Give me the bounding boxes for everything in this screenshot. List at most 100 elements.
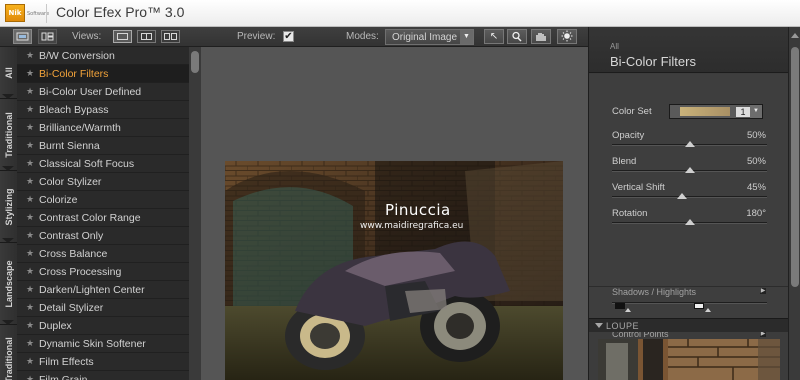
favorite-star-icon[interactable]: ★ <box>26 356 34 367</box>
tab-landscape[interactable]: Landscape <box>0 243 17 325</box>
favorite-star-icon[interactable]: ★ <box>26 338 34 349</box>
filter-item[interactable]: ★ Detail Stylizer <box>17 299 189 317</box>
panel-scroll-thumb[interactable] <box>791 47 799 287</box>
preview-image[interactable]: Pinuccia www.maidiregrafica.eu <box>225 161 563 380</box>
hand-tool-button[interactable] <box>531 29 551 44</box>
preview-pane: Pinuccia www.maidiregrafica.eu <box>201 47 588 380</box>
zoom-icon <box>512 31 522 42</box>
grid-view-icon <box>41 32 54 41</box>
favorite-star-icon[interactable]: ★ <box>26 374 34 380</box>
filter-item-label: Cross Balance <box>39 248 108 260</box>
filter-header: All Bi-Color Filters <box>589 27 789 73</box>
favorite-star-icon[interactable]: ★ <box>26 320 34 331</box>
filter-item[interactable]: ★ B/W Conversion <box>17 47 189 65</box>
favorite-star-icon[interactable]: ★ <box>26 230 34 241</box>
favorite-star-icon[interactable]: ★ <box>26 140 34 151</box>
filter-item[interactable]: ★ Duplex <box>17 317 189 335</box>
shadow-swatch[interactable] <box>615 303 625 309</box>
favorite-star-icon[interactable]: ★ <box>26 266 34 277</box>
favorite-star-icon[interactable]: ★ <box>26 158 34 169</box>
filter-list-scroll-thumb[interactable] <box>191 51 199 73</box>
app-window: Nik Software Color Efex Pro™ 3.0 Views: … <box>0 0 800 380</box>
highlight-slider-thumb[interactable] <box>705 308 711 312</box>
favorite-star-icon[interactable]: ★ <box>26 176 34 187</box>
tab-stylizing-label: Stylizing <box>3 187 14 226</box>
favorite-star-icon[interactable]: ★ <box>26 50 34 61</box>
filter-item[interactable]: ★ Burnt Sienna <box>17 137 189 155</box>
filter-item[interactable]: ★ Contrast Only <box>17 227 189 245</box>
favorite-star-icon[interactable]: ★ <box>26 122 34 133</box>
filter-item[interactable]: ★ Bleach Bypass <box>17 101 189 119</box>
filter-item-label: Detail Stylizer <box>39 302 104 314</box>
highlight-swatch[interactable] <box>694 303 704 309</box>
modes-dropdown[interactable]: Original Image ▼ <box>385 29 474 45</box>
filter-parameters: Color Set 1 ▼ Opacity 50% Blend 50% Vertical… <box>589 74 789 330</box>
single-view-button[interactable] <box>113 30 132 43</box>
filter-item-label: Burnt Sienna <box>39 140 100 152</box>
filter-item[interactable]: ★ Darken/Lighten Center <box>17 281 189 299</box>
favorite-star-icon[interactable]: ★ <box>26 284 34 295</box>
favorite-star-icon[interactable]: ★ <box>26 302 34 313</box>
blend-slider-thumb[interactable] <box>684 167 695 173</box>
color-set-swatch <box>680 107 730 116</box>
filter-item-label: Cross Processing <box>39 266 122 278</box>
list-view-icon <box>16 32 29 41</box>
list-view-button[interactable] <box>13 29 32 44</box>
favorite-star-icon[interactable]: ★ <box>26 86 34 97</box>
opacity-value: 50% <box>746 130 766 141</box>
filter-item[interactable]: ★ Dynamic Skin Softener <box>17 335 189 353</box>
filter-item[interactable]: ★ Brilliance/Warmth <box>17 119 189 137</box>
grid-view-button[interactable] <box>38 29 57 44</box>
split-view-button[interactable] <box>137 30 156 43</box>
side-by-side-view-button[interactable] <box>161 30 180 43</box>
favorite-star-icon[interactable]: ★ <box>26 194 34 205</box>
filter-item[interactable]: ★ Bi-Color Filters <box>17 65 189 83</box>
vertical-shift-slider-track[interactable] <box>612 196 767 198</box>
filter-list-scrollbar[interactable] <box>189 47 201 380</box>
zoom-tool-button[interactable] <box>507 29 527 44</box>
favorite-star-icon[interactable]: ★ <box>26 212 34 223</box>
color-set-label: Color Set <box>612 106 652 117</box>
rotation-slider-thumb[interactable] <box>684 219 695 225</box>
brightness-tool-button[interactable] <box>557 29 577 44</box>
collapse-arrow-icon <box>595 323 603 328</box>
filter-item[interactable]: ★ Bi-Color User Defined <box>17 83 189 101</box>
select-tool-button[interactable]: ↖ <box>484 29 504 44</box>
tab-stylizing[interactable]: Stylizing <box>0 171 17 243</box>
watermark-url: www.maidiregrafica.eu <box>360 221 464 231</box>
favorite-star-icon[interactable]: ★ <box>26 68 34 79</box>
filter-item[interactable]: ★ Cross Balance <box>17 245 189 263</box>
opacity-slider-thumb[interactable] <box>684 141 695 147</box>
filter-item[interactable]: ★ Classical Soft Focus <box>17 155 189 173</box>
modes-label: Modes: <box>346 31 379 42</box>
vertical-shift-slider-thumb[interactable] <box>676 193 687 199</box>
loupe-view[interactable] <box>598 339 780 380</box>
preview-label: Preview: <box>237 31 276 42</box>
color-set-selector[interactable]: 1 ▼ <box>669 104 763 119</box>
tab-traditional[interactable]: Traditional <box>0 99 17 171</box>
title-bar: Nik Software Color Efex Pro™ 3.0 <box>0 0 800 27</box>
filter-item[interactable]: ★ Film Grain <box>17 371 189 380</box>
filter-item-label: Colorize <box>39 194 78 206</box>
shadow-slider-thumb[interactable] <box>625 308 631 312</box>
loupe-label: LOUPE <box>606 321 640 331</box>
favorite-star-icon[interactable]: ★ <box>26 248 34 259</box>
filter-item[interactable]: ★ Color Stylizer <box>17 173 189 191</box>
tab-traditional-2[interactable]: Traditional <box>0 325 17 380</box>
scroll-up-icon[interactable] <box>791 33 799 38</box>
chevron-down-icon: ▼ <box>460 30 473 44</box>
filter-item[interactable]: ★ Cross Processing <box>17 263 189 281</box>
shadows-highlights-label: Shadows / Highlights <box>612 287 697 297</box>
filter-item[interactable]: ★ Film Effects <box>17 353 189 371</box>
preview-checkbox[interactable]: ✔ <box>283 31 294 42</box>
filter-item-label: B/W Conversion <box>39 50 115 62</box>
views-label: Views: <box>72 31 102 42</box>
tab-all[interactable]: All <box>0 47 17 99</box>
expand-arrow-icon[interactable]: ▶ <box>760 288 766 294</box>
filter-item[interactable]: ★ Contrast Color Range <box>17 209 189 227</box>
filter-item-label: Contrast Color Range <box>39 212 141 224</box>
loupe-header[interactable]: LOUPE <box>589 318 789 332</box>
filter-item[interactable]: ★ Colorize <box>17 191 189 209</box>
favorite-star-icon[interactable]: ★ <box>26 104 34 115</box>
panel-scrollbar[interactable] <box>788 27 800 380</box>
